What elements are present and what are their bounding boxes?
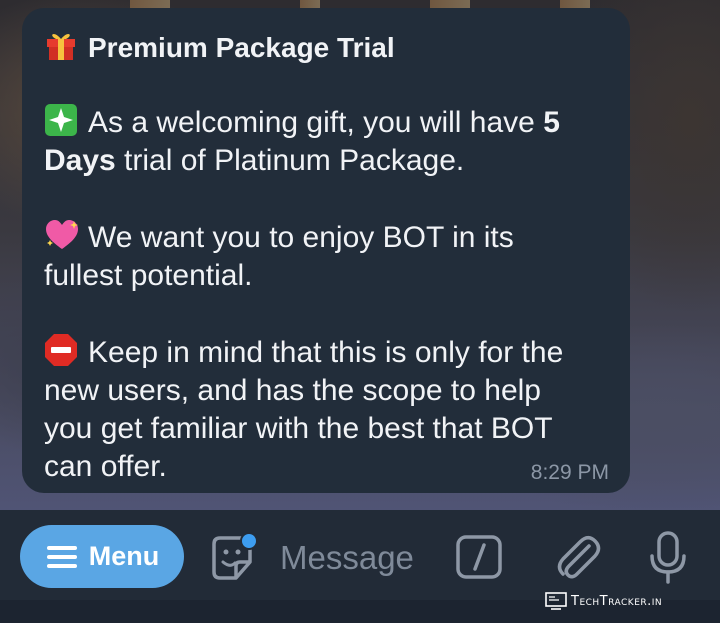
bold-text: 5 <box>543 106 560 139</box>
message-line: fullest potential. <box>44 257 606 295</box>
message-line: Keep in mind that this is only for the <box>44 333 606 372</box>
message-input[interactable] <box>278 537 442 579</box>
message-bubble: Premium Package Trial As a welcoming gif… <box>22 8 630 493</box>
watermark: TechTracker.in <box>545 590 662 612</box>
message-timestamp: 8:29 PM <box>530 461 609 484</box>
message-text: As a welcoming gift, you will have <box>88 106 544 139</box>
message-paragraph: We want you to enjoy BOT in its fullest p… <box>44 218 606 295</box>
sticker-icon[interactable] <box>206 532 260 591</box>
message-input-bar: Menu <box>0 510 720 600</box>
message-line: you get familiar with the best that BOT <box>44 410 606 448</box>
message-text: you get familiar with the best that BOT <box>44 412 553 445</box>
message-line: As a welcoming gift, you will have 5 <box>44 103 606 142</box>
message-paragraph: Keep in mind that this is only for the ne… <box>44 333 606 486</box>
message-title: Premium Package Trial <box>44 28 606 65</box>
message-line: can offer. <box>44 448 606 486</box>
sparkles-icon <box>44 103 80 136</box>
message-text: new users, and has the scope to help <box>44 374 541 407</box>
slash-command-icon[interactable] <box>456 535 504 586</box>
message-text: We want you to enjoy BOT in its <box>88 221 514 254</box>
message-body: As a welcoming gift, you will have 5 Days… <box>44 103 606 486</box>
message-title-text: Premium Package Trial <box>88 32 395 63</box>
paperclip-icon[interactable] <box>553 532 603 589</box>
menu-button-label: Menu <box>88 541 160 571</box>
bold-text: Days <box>44 144 116 177</box>
message-text: can offer. <box>44 450 167 483</box>
message-line: new users, and has the scope to help <box>44 372 606 410</box>
message-text: fullest potential. <box>44 259 253 292</box>
gift-icon <box>44 28 80 60</box>
microphone-icon[interactable] <box>648 530 688 593</box>
message-line: Days trial of Platinum Package. <box>44 142 606 180</box>
message-text: Keep in mind that this is only for the <box>88 336 564 369</box>
menu-button[interactable]: Menu <box>20 525 184 588</box>
message-line: We want you to enjoy BOT in its <box>44 218 606 257</box>
message-paragraph: As a welcoming gift, you will have 5 Days… <box>44 103 606 180</box>
stop-sign-icon <box>44 333 80 366</box>
monitor-icon <box>545 592 567 610</box>
hamburger-icon <box>46 545 77 568</box>
message-text: trial of Platinum Package. <box>115 144 465 177</box>
watermark-text: TechTracker.in <box>571 593 663 609</box>
sparkling-heart-icon <box>44 218 80 250</box>
